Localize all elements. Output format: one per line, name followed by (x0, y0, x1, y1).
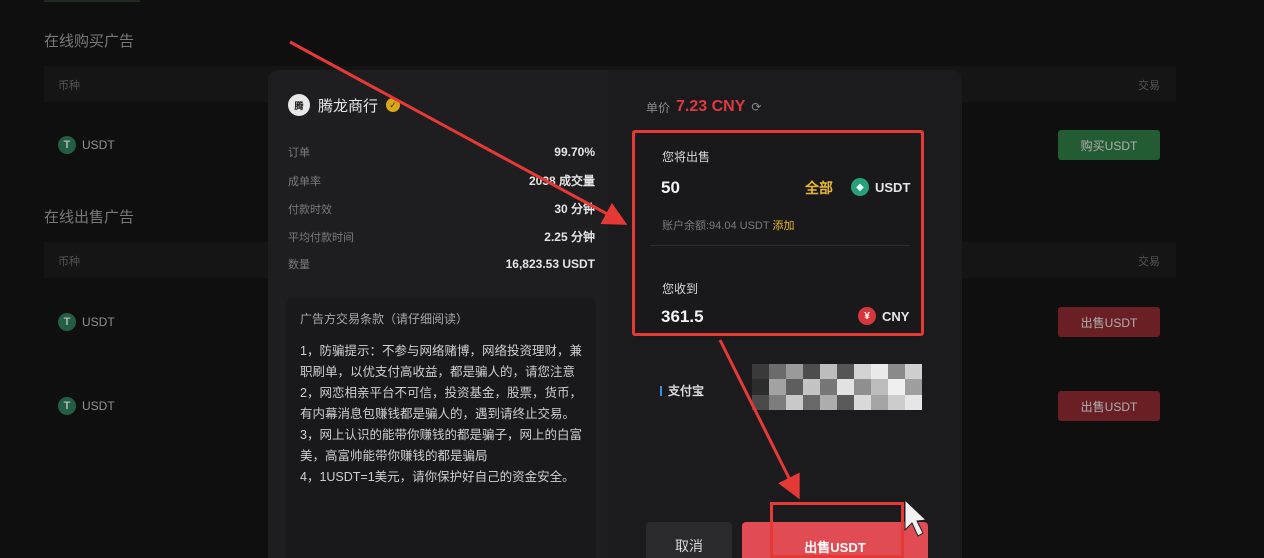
cancel-button[interactable]: 取消 (646, 522, 732, 558)
price-value: 7.23 CNY (676, 98, 746, 115)
stat-label: 平均付款时间 (288, 231, 354, 244)
price-label: 单价 (646, 100, 671, 115)
merchant-stat: 成单率 2038 成交量 (288, 172, 595, 189)
refresh-icon[interactable]: ⟳ (751, 100, 761, 114)
merchant-panel: 腾 腾龙商行 ✓ 订单 99.70% 成单率 2038 成交量 付款时效 30 … (268, 70, 608, 558)
verified-badge-icon: ✓ (386, 98, 401, 112)
amount-highlight-box (632, 130, 924, 336)
merchant-stat: 数量 16,823.53 USDT (288, 256, 595, 272)
merchant-name: 腾龙商行 (318, 97, 379, 115)
stat-label: 数量 (288, 259, 310, 271)
payment-method[interactable]: 支付宝 (660, 382, 704, 399)
merchant-stat: 平均付款时间 2.25 分钟 (288, 228, 595, 245)
stat-label: 付款时效 (288, 203, 332, 216)
unit-price: 单价 7.23 CNY ⟳ (646, 98, 761, 116)
merchant-header: 腾 腾龙商行 ✓ (288, 94, 401, 116)
payment-marker (660, 385, 662, 396)
sell-order-dialog: 腾 腾龙商行 ✓ 订单 99.70% 成单率 2038 成交量 付款时效 30 … (268, 70, 962, 558)
stat-value: 30 分钟 (554, 202, 595, 216)
stat-label: 订单 (288, 147, 310, 159)
terms-title: 广告方交易条款（请仔细阅读） (300, 312, 469, 326)
stat-value: 2038 成交量 (528, 174, 595, 188)
trade-terms-box[interactable]: 广告方交易条款（请仔细阅读） 1，防骗提示：不参与网络赌博，网络投资理财，兼职刷… (286, 298, 596, 558)
merchant-stat: 订单 99.70% (288, 144, 595, 160)
payment-method-label: 支付宝 (668, 384, 705, 398)
stat-value: 16,823.53 USDT (505, 257, 595, 271)
stat-value: 99.70% (554, 145, 595, 159)
stat-label: 成单率 (288, 175, 321, 188)
confirm-highlight-box (770, 502, 904, 558)
merchant-avatar: 腾 (288, 94, 310, 116)
stat-value: 2.25 分钟 (544, 230, 595, 244)
terms-body: 1，防骗提示：不参与网络赌博，网络投资理财，兼职刷单，以优支付高收益，都是骗人的… (300, 344, 582, 484)
merchant-stat: 付款时效 30 分钟 (288, 200, 595, 217)
blurred-account-info (752, 364, 922, 410)
